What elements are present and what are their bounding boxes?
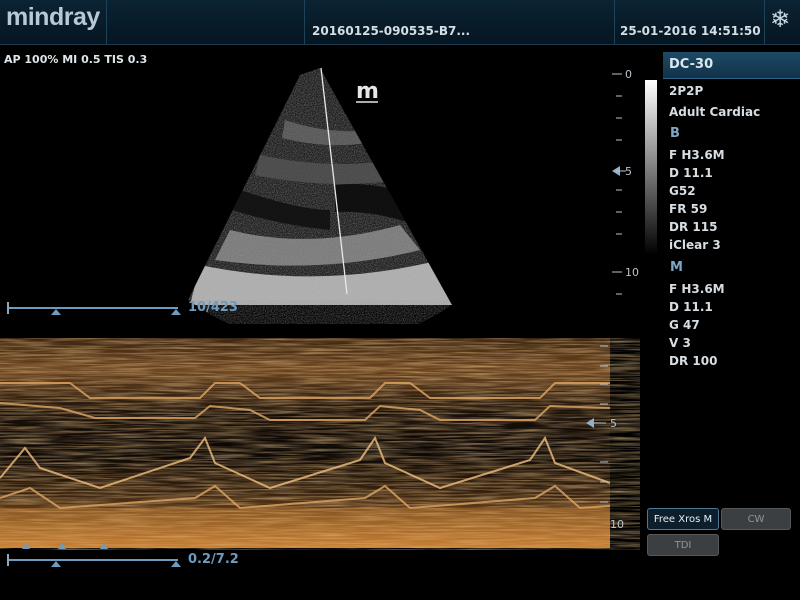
m-param: DR 100 <box>669 354 718 368</box>
m-cine-range: 0.2/7.2 <box>188 552 239 567</box>
svg-text:0: 0 <box>625 68 632 81</box>
m-mode-label: M <box>670 260 683 275</box>
b-cine-frame: 10/423 <box>188 300 238 315</box>
patient-info-cell[interactable] <box>106 0 305 44</box>
svg-text:10: 10 <box>625 266 639 279</box>
m-param: D 11.1 <box>669 300 713 314</box>
svg-text:10: 10 <box>610 518 624 531</box>
svg-text:5: 5 <box>625 165 632 178</box>
b-param: FR 59 <box>669 202 708 216</box>
b-cine-slider[interactable] <box>0 298 190 320</box>
b-param: iClear 3 <box>669 238 721 252</box>
b-param: F H3.6M <box>669 148 725 162</box>
m-param: G 47 <box>669 318 700 332</box>
sector-image <box>188 68 452 305</box>
tdi-button[interactable]: TDI <box>647 534 719 556</box>
b-param: G52 <box>669 184 696 198</box>
cw-button[interactable]: CW <box>721 508 791 530</box>
gray-scale-bar <box>645 80 657 255</box>
m-mode-image[interactable]: 0 5 10 <box>0 338 640 550</box>
b-depth-scale: 0 5 10 <box>612 68 639 295</box>
b-param: D 11.1 <box>669 166 713 180</box>
mindray-logo: mindray <box>6 3 100 31</box>
m-param: V 3 <box>669 336 691 350</box>
m-param: F H3.6M <box>669 282 725 296</box>
b-mode-image[interactable]: m 0 5 10 <box>0 60 640 330</box>
svg-text:5: 5 <box>610 417 617 430</box>
transducer-label: 2P2P <box>669 84 704 98</box>
datetime: 25-01-2016 14:51:50 <box>620 24 761 38</box>
m-cine-slider[interactable] <box>0 540 190 570</box>
patient-id: 20160125-090535-B7... <box>312 24 471 38</box>
snowflake-icon[interactable]: ❄ <box>770 7 790 31</box>
exam-type: Adult Cardiac <box>669 105 761 119</box>
probe-name: DC-30 <box>669 57 714 72</box>
b-mode-label: B <box>670 126 680 141</box>
probe-header[interactable]: DC-30 <box>663 52 800 79</box>
free-xros-m-button[interactable]: Free Xros M <box>647 508 719 530</box>
m-marker: m <box>356 79 379 104</box>
b-param: DR 115 <box>669 220 718 234</box>
top-bar: mindray 20160125-090535-B7... 25-01-2016… <box>0 0 800 45</box>
